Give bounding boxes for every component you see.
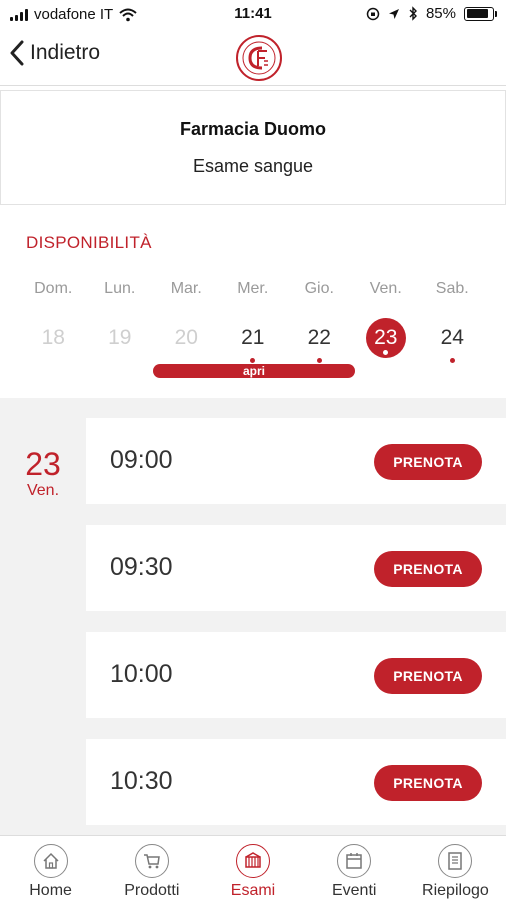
day-24[interactable]: Sab. 24: [419, 280, 486, 363]
pharmacy-logo-icon: [236, 35, 282, 81]
tab-prodotti[interactable]: Prodotti: [101, 836, 202, 900]
week-day-picker: Dom. 18 Lun. 19 Mar. 20 Mer. 21 Gio. 22 …: [20, 280, 486, 363]
day-name: Mar.: [170, 280, 202, 297]
tab-home[interactable]: Home: [0, 836, 101, 900]
nav-bar: Indietro: [0, 30, 506, 86]
back-label: Indietro: [30, 41, 101, 64]
summary-icon: [438, 844, 473, 878]
tab-label: Esami: [230, 882, 276, 899]
calendar-icon: [337, 844, 372, 878]
location-icon: [388, 8, 399, 19]
status-right: 85%: [366, 5, 497, 22]
book-button[interactable]: PRENOTA: [374, 765, 482, 801]
book-button[interactable]: PRENOTA: [374, 444, 482, 480]
day-18: Dom. 18: [20, 280, 87, 357]
day-21[interactable]: Mer. 21: [220, 280, 287, 363]
book-button[interactable]: PRENOTA: [374, 551, 482, 587]
tab-label: Riepilogo: [422, 882, 489, 899]
day-number: 18: [41, 326, 65, 349]
rotation-lock-icon: [366, 7, 380, 20]
tab-label: Home: [29, 882, 72, 899]
home-icon: [33, 844, 68, 878]
time-slot: 09:30 PRENOTA: [86, 525, 506, 611]
slot-time: 10:00: [110, 660, 173, 688]
availability-dot: [316, 358, 322, 363]
time-slot: 09:00 PRENOTA: [86, 418, 506, 504]
day-name: Lun.: [104, 280, 136, 297]
selected-date: 23 Ven.: [0, 446, 86, 500]
slot-time: 09:00: [110, 446, 173, 474]
tab-esami[interactable]: Esami: [202, 836, 303, 900]
tab-label: Prodotti: [124, 882, 180, 899]
slot-time: 10:30: [110, 767, 173, 795]
month-indicator: apri: [153, 364, 355, 378]
day-name: Sab.: [435, 280, 469, 297]
battery-fill: [466, 9, 488, 18]
time-slot: 10:00 PRENOTA: [86, 632, 506, 718]
availability-title: DISPONIBILITÀ: [26, 233, 152, 252]
tab-bar: Home Prodotti Esami Eventi Riepilogo: [0, 835, 506, 900]
exam-name: Esame sangue: [192, 156, 314, 176]
cart-icon: [134, 844, 169, 878]
day-number[interactable]: 22: [299, 318, 339, 358]
battery-percent: 85%: [425, 5, 456, 22]
book-button[interactable]: PRENOTA: [374, 658, 482, 694]
time-slot: 10:30 PRENOTA: [86, 739, 506, 825]
day-name: Gio.: [304, 280, 334, 297]
selected-date-day: Ven.: [26, 482, 60, 499]
availability-dot: [250, 358, 256, 363]
slot-time: 09:30: [110, 553, 173, 581]
day-number[interactable]: 24: [432, 318, 472, 358]
pharmacy-name: Farmacia Duomo: [179, 119, 327, 139]
back-button[interactable]: Indietro: [10, 40, 100, 66]
day-number[interactable]: 21: [233, 318, 273, 358]
day-name: Ven.: [369, 280, 402, 297]
tab-label: Eventi: [331, 882, 377, 899]
battery-icon: [464, 6, 497, 21]
selected-date-number: 23: [25, 446, 61, 482]
availability-dot: [449, 358, 455, 363]
time-slots-list[interactable]: 23 Ven. 09:00 PRENOTA 09:30 PRENOTA 10:0…: [0, 398, 506, 835]
day-number: 19: [108, 326, 132, 349]
tab-riepilogo[interactable]: Riepilogo: [405, 836, 506, 900]
bluetooth-icon: [409, 6, 417, 21]
exam-header-card: Farmacia Duomo Esame sangue: [0, 90, 506, 205]
day-20: Mar. 20: [153, 280, 220, 357]
exams-icon: [236, 844, 270, 878]
status-bar: vodafone IT 11:41 85%: [0, 0, 506, 30]
day-23[interactable]: Ven. 23: [353, 280, 420, 358]
tab-eventi[interactable]: Eventi: [304, 836, 405, 900]
chevron-left-icon: [10, 40, 24, 66]
day-name: Dom.: [34, 280, 73, 297]
day-number: 20: [174, 326, 198, 349]
day-19: Lun. 19: [87, 280, 154, 357]
day-name: Mer.: [237, 280, 269, 297]
day-22[interactable]: Gio. 22: [286, 280, 353, 363]
